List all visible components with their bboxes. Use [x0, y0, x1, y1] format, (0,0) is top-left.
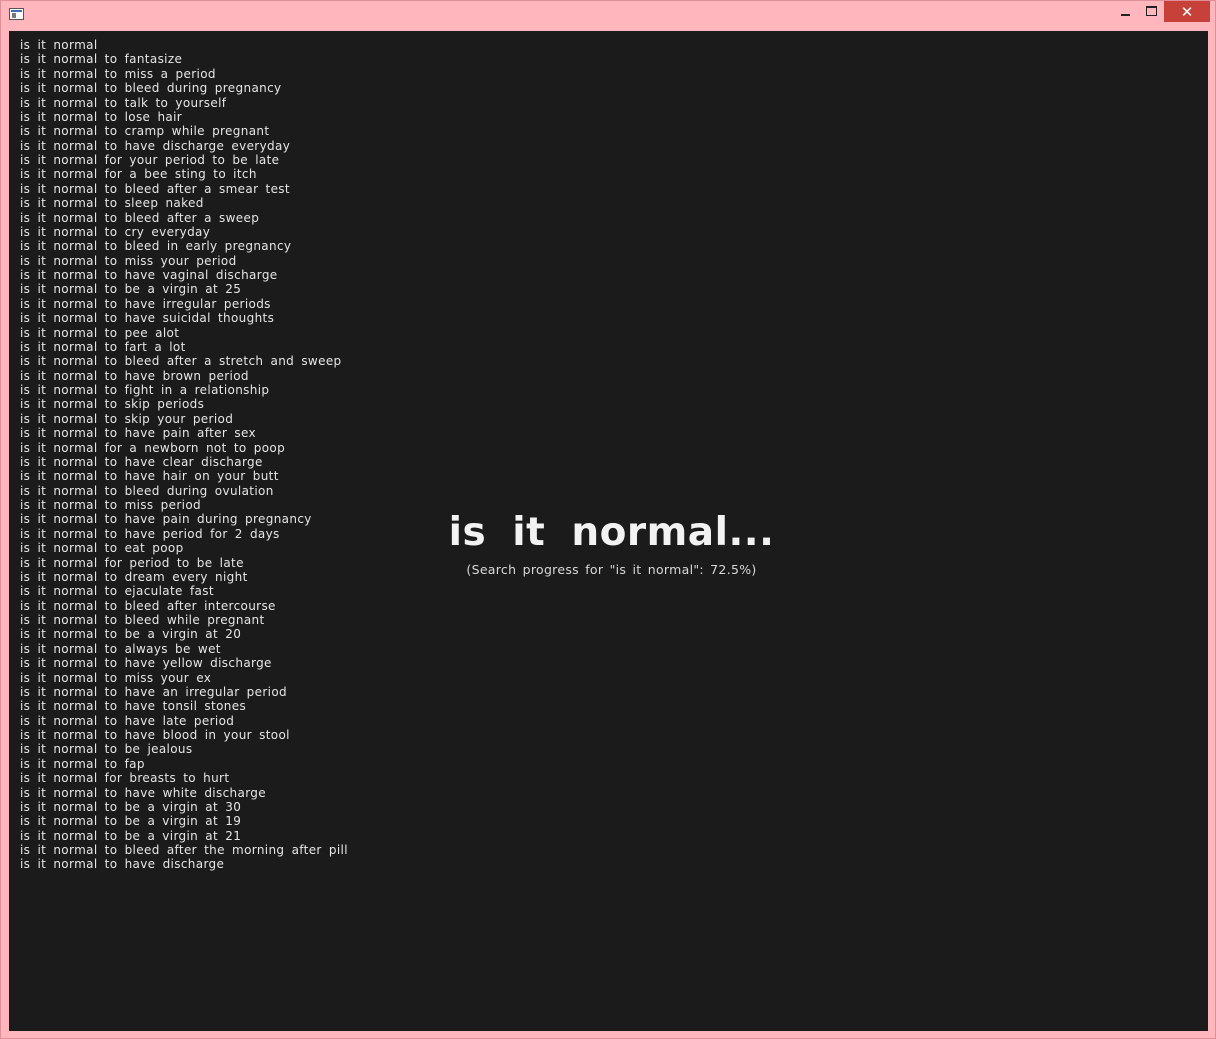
- list-item: is it normal for breasts to hurt: [20, 771, 230, 786]
- list-item: is it normal to bleed while pregnant: [20, 613, 265, 627]
- search-title: is it normal...: [448, 510, 775, 555]
- minimize-button[interactable]: [1112, 1, 1138, 23]
- list-item: is it normal to fart a lot: [20, 339, 186, 354]
- list-item: is it normal to fight in a relationship: [20, 383, 270, 397]
- app-window: ✕ is it normal is it normal to fantasize i…: [0, 0, 1216, 1039]
- list-item: is it normal for a newborn not to poop: [20, 440, 286, 455]
- list-item: is it normal for your period to be late: [20, 153, 280, 167]
- list-item: is it normal to have discharge everyday: [20, 138, 291, 153]
- list-item: is it normal to have irregular periods: [20, 296, 271, 311]
- list-item: is it normal to be a virgin at 21: [20, 828, 242, 843]
- client-area: is it normal is it normal to fantasize is …: [9, 31, 1208, 1031]
- list-item: is it normal to bleed after the morning …: [20, 843, 348, 857]
- list-item: is it normal to bleed during pregnancy: [20, 81, 282, 96]
- list-item: is it normal to bleed during ovulation: [20, 483, 274, 498]
- title-bar[interactable]: ✕: [1, 1, 1215, 29]
- list-item: is it normal to have discharge: [20, 857, 225, 872]
- search-results-list: is it normal is it normal to fantasize is …: [20, 38, 348, 872]
- list-item: is it normal to bleed after a smear test: [20, 181, 290, 196]
- list-item: is it normal to be jealous: [20, 742, 193, 757]
- search-progress-text: (Search progress for "is it normal": 72.…: [466, 562, 757, 577]
- list-item: is it normal to lose hair: [20, 109, 183, 124]
- list-item: is it normal to have white discharge: [20, 785, 266, 800]
- list-item: is it normal to have brown period: [20, 368, 249, 383]
- list-item: is it normal to have vaginal discharge: [20, 268, 278, 282]
- list-item: is it normal to ejaculate fast: [20, 584, 214, 599]
- list-item: is it normal to have late period: [20, 713, 235, 728]
- list-item: is it normal to have blood in your stool: [20, 728, 290, 742]
- list-item: is it normal to cramp while pregnant: [20, 124, 270, 139]
- list-item: is it normal to have suicidal thoughts: [20, 311, 275, 326]
- app-icon[interactable]: [9, 8, 24, 20]
- list-item: is it normal to have yellow discharge: [20, 656, 272, 671]
- close-button[interactable]: ✕: [1164, 1, 1210, 22]
- list-item: is it normal to be a virgin at 30: [20, 799, 242, 814]
- minimize-icon: [1120, 14, 1130, 16]
- list-item: is it normal to be a virgin at 19: [20, 814, 242, 829]
- list-item: is it normal to fantasize: [20, 52, 183, 67]
- maximize-icon: [1145, 5, 1157, 16]
- list-item: is it normal to always be wet: [20, 641, 221, 656]
- list-item: is it normal to have pain after sex: [20, 426, 256, 441]
- list-item: is it normal to sleep naked: [20, 196, 204, 211]
- list-item: is it normal to have clear discharge: [20, 454, 263, 469]
- list-item: is it normal to pee alot: [20, 325, 180, 340]
- list-item: is it normal to cry everyday: [20, 224, 211, 239]
- list-item: is it normal to miss your period: [20, 253, 237, 268]
- list-item: is it normal to bleed after a stretch an…: [20, 354, 342, 369]
- list-item: is it normal to fap: [20, 756, 145, 771]
- list-item: is it normal to have hair on your butt: [20, 469, 279, 484]
- list-item: is it normal to bleed after intercourse: [20, 598, 276, 613]
- list-item: is it normal to bleed in early pregnancy: [20, 239, 292, 254]
- list-item: is it normal: [20, 38, 98, 52]
- list-item: is it normal to skip periods: [20, 397, 205, 412]
- list-item: is it normal to be a virgin at 20: [20, 627, 242, 642]
- list-item: is it normal for a bee sting to itch: [20, 167, 257, 182]
- list-item: is it normal to talk to yourself: [20, 95, 227, 110]
- maximize-button[interactable]: [1138, 1, 1164, 23]
- list-item: is it normal to have an irregular period: [20, 684, 288, 699]
- list-item: is it normal to be a virgin at 25: [20, 282, 242, 297]
- list-item: is it normal to bleed after a sweep: [20, 210, 260, 225]
- list-item: is it normal to have tonsil stones: [20, 699, 247, 714]
- list-item: is it normal to skip your period: [20, 411, 234, 426]
- list-item: is it normal to miss your ex: [20, 670, 212, 685]
- list-item: is it normal to miss a period: [20, 66, 216, 81]
- close-icon: ✕: [1180, 3, 1194, 21]
